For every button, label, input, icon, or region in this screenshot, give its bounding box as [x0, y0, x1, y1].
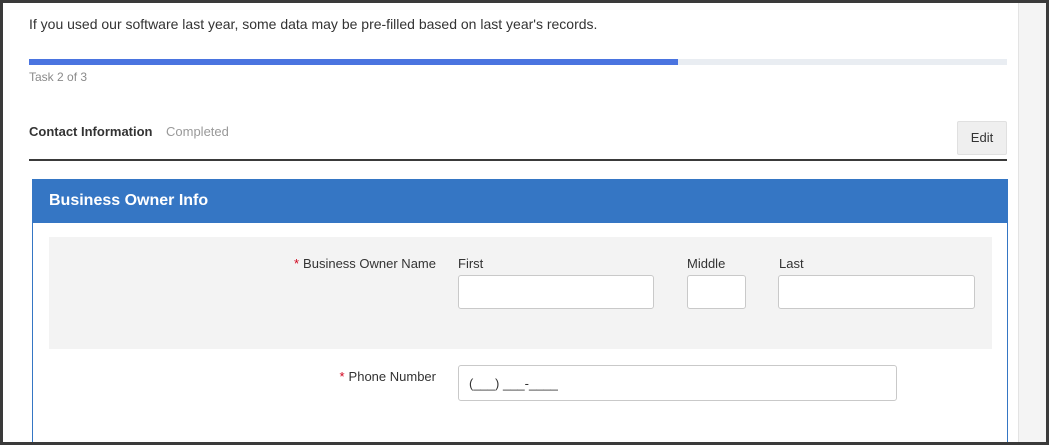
- progress-bar-fill: [29, 59, 679, 65]
- last-name-input[interactable]: [778, 275, 975, 309]
- section-title: Contact Information: [29, 124, 153, 139]
- app-frame: If you used our software last year, some…: [0, 0, 1049, 445]
- last-name-label: Last: [779, 256, 804, 271]
- first-name-input[interactable]: [458, 275, 654, 309]
- task-counter: Task 2 of 3: [29, 70, 88, 84]
- phone-number-label: * Phone Number: [339, 369, 436, 384]
- edit-button[interactable]: Edit: [957, 121, 1007, 155]
- panel-title: Business Owner Info: [33, 179, 1007, 223]
- business-owner-name-label-text: Business Owner Name: [303, 256, 436, 271]
- section-status: Completed: [166, 124, 229, 139]
- contact-information-section: Contact Information Completed Edit: [29, 121, 1007, 161]
- business-owner-name-row: * Business Owner Name First Middle Last: [49, 237, 992, 349]
- right-sidebar-strip: [1018, 3, 1046, 442]
- required-marker: *: [293, 256, 300, 271]
- phone-number-input[interactable]: [458, 365, 897, 401]
- phone-number-label-text: Phone Number: [348, 369, 436, 384]
- prefill-notice: If you used our software last year, some…: [29, 16, 598, 32]
- first-name-label: First: [458, 256, 484, 271]
- required-marker: *: [339, 369, 345, 384]
- middle-name-label: Middle: [687, 256, 726, 271]
- middle-name-input[interactable]: [687, 275, 746, 309]
- business-owner-name-label: * Business Owner Name: [294, 256, 436, 271]
- business-owner-panel: Business Owner Info * Business Owner Name…: [32, 179, 1008, 442]
- phone-number-row: * Phone Number: [49, 363, 992, 423]
- progress-bar: [29, 59, 1007, 65]
